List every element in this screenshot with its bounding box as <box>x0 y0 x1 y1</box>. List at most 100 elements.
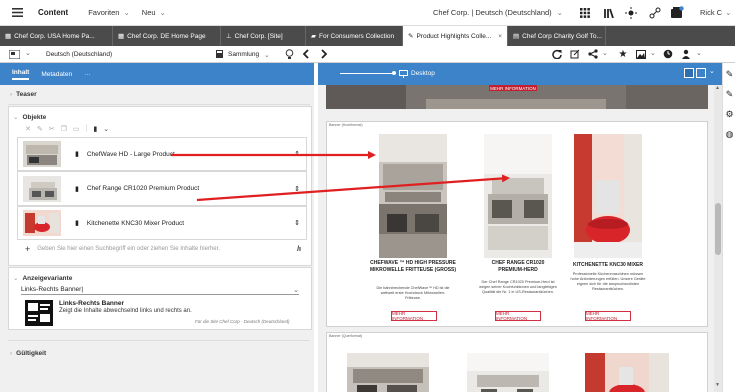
product-image <box>574 134 642 258</box>
document-icon: ▮ <box>75 151 79 158</box>
grid-icon: ▦ <box>5 33 12 40</box>
document-tab-bar: ▦ Chef Corp. USA Home Pa... ▦ Chef Corp. D… <box>0 26 735 46</box>
chevron-down-icon[interactable]: ⌄ <box>25 49 31 57</box>
tab-metadata[interactable]: Metadaten <box>41 71 72 78</box>
site-selector[interactable]: Chef Corp. | Deutsch (Deutschland) ⌄ <box>433 8 563 17</box>
drag-handle-icon[interactable]: ⇕ <box>294 150 300 158</box>
remove-icon[interactable]: ✕ <box>25 125 31 133</box>
collection-icon <box>214 49 224 59</box>
scrollbar-thumb[interactable] <box>715 203 721 255</box>
object-label: Kitchenette KNC30 Mixer Product <box>86 219 185 227</box>
drag-handle-icon[interactable]: ⇕ <box>294 219 300 227</box>
tab-product-highlights[interactable]: ✎ Product Highlights Colle... × <box>403 26 508 46</box>
preview-mode-button[interactable] <box>684 68 694 78</box>
lightbulb-icon[interactable] <box>283 48 295 60</box>
chevron-down-icon[interactable]: ⌄ <box>103 125 109 133</box>
favorites-menu[interactable]: Favoriten ⌄ <box>88 8 130 17</box>
chevron-down-icon[interactable]: ⌄ <box>602 49 608 57</box>
globe-icon[interactable]: ◍ <box>724 129 735 140</box>
sitemap-icon: ⊥ <box>226 33 232 40</box>
app-title[interactable]: Content <box>38 8 68 17</box>
preview-width-slider[interactable] <box>340 73 394 74</box>
open-external-icon[interactable] <box>569 48 581 60</box>
settings-gear-icon[interactable]: ⚙ <box>724 109 735 120</box>
document-icon: ▤ <box>513 33 520 40</box>
more-info-button[interactable]: MEHR INFORMATION <box>495 311 541 321</box>
workflow-nodes-icon[interactable] <box>648 6 662 20</box>
apps-grid-icon[interactable] <box>578 6 592 20</box>
drag-handle-icon[interactable]: ⇕ <box>294 185 300 193</box>
chevron-down-icon: ⌄ <box>13 114 19 121</box>
grid-icon: ▦ <box>118 33 125 40</box>
expand-right-icon[interactable] <box>318 48 330 60</box>
document-icon: ▮ <box>75 185 79 193</box>
divider <box>8 340 310 341</box>
form-tab-header: Inhalt Metadaten ··· <box>0 63 314 85</box>
clock-icon[interactable] <box>662 48 674 60</box>
more-info-button[interactable]: MEHR INFORMATION <box>585 311 631 321</box>
tab-consumers-collection[interactable]: ▰ For Consumers Collection <box>306 26 403 46</box>
section-validity-label: Gültigkeit <box>16 350 47 357</box>
folder-icon: ▰ <box>311 33 316 40</box>
edit-pencil-icon[interactable]: ✎ <box>724 69 735 80</box>
list-item[interactable]: ▮ ChefWave HD - Large Product ⇕ <box>17 137 307 171</box>
product-thumbnail <box>23 210 61 236</box>
object-search-field[interactable]: + Geben Sie hier einen Suchbegriff ein o… <box>17 242 307 256</box>
chevron-down-icon: ⌄ <box>556 8 563 17</box>
tab-charity-golf[interactable]: ▤ Chef Corp Charity Golf To... <box>508 26 606 46</box>
list-item[interactable]: ▮ Chef Range CR1020 Premium Product ⇕ <box>17 171 307 206</box>
section-validity[interactable]: › Gültigkeit <box>10 350 46 357</box>
star-icon[interactable]: ★ <box>617 48 629 60</box>
library-icon[interactable]: /ı <box>297 246 301 253</box>
library-icon[interactable] <box>601 6 615 20</box>
preview-split-button[interactable] <box>696 68 706 78</box>
section-objects[interactable]: ⌄ Objekte <box>13 113 46 122</box>
more-info-button[interactable]: MEHR INFORMATION <box>489 85 537 91</box>
close-tab-icon[interactable]: × <box>498 33 502 40</box>
tab-de-home-page[interactable]: ▦ Chef Corp. DE Home Page <box>113 26 221 46</box>
add-icon[interactable]: + <box>25 244 30 254</box>
section-display-variant-label: Anzeigevariante <box>22 274 73 282</box>
banner-landscape-block: Banner (Querformat) <box>326 332 708 392</box>
divider: | <box>85 125 88 132</box>
reload-icon[interactable] <box>551 48 563 60</box>
copy-icon[interactable]: ❐ <box>61 125 67 133</box>
chevron-down-icon[interactable]: ⌄ <box>650 49 656 57</box>
chevron-down-icon: ⌄ <box>123 8 130 17</box>
product-title: KITCHENETTE KNC30 MIXER <box>572 262 643 268</box>
tab-content[interactable]: Inhalt <box>12 69 30 80</box>
more-tabs-button[interactable]: ··· <box>84 71 91 78</box>
chevron-down-icon[interactable]: ⌄ <box>709 67 715 75</box>
cut-icon[interactable]: ✂ <box>49 125 55 133</box>
language-flag-icon[interactable] <box>8 49 20 59</box>
section-display-variant[interactable]: ⌄ Anzeigevariante <box>13 274 73 283</box>
share-icon[interactable] <box>587 48 599 60</box>
display-variant-card: ⌄ Anzeigevariante Links-Rechts Banner| ⌄… <box>8 267 312 330</box>
more-info-button[interactable]: MEHR INFORMATION <box>391 311 437 321</box>
scroll-up-arrow-icon[interactable]: ▲ <box>715 85 720 91</box>
slider-handle[interactable] <box>392 71 396 75</box>
user-preview-icon[interactable] <box>680 48 692 60</box>
collection-dropdown[interactable]: Sammlung ⌄ <box>228 51 270 59</box>
hamburger-menu-icon[interactable] <box>6 2 28 24</box>
scroll-down-arrow-icon[interactable]: ▼ <box>715 382 720 388</box>
object-search-placeholder: Geben Sie hier einen Suchbegriff ein ode… <box>37 246 220 252</box>
variant-select[interactable]: Links-Rechts Banner| ⌄ <box>21 285 299 295</box>
list-item[interactable]: ▮ Kitchenette KNC30 Mixer Product ⇕ <box>17 206 307 240</box>
workflow-sun-icon[interactable] <box>624 6 638 20</box>
edit-icon[interactable]: ✎ <box>37 125 43 133</box>
notifications-icon[interactable] <box>669 4 685 20</box>
picture-icon[interactable] <box>635 48 647 60</box>
add-content-icon[interactable]: ▮ <box>93 125 97 133</box>
tab-site[interactable]: ⊥ Chef Corp. [Site] <box>221 26 306 46</box>
collapse-left-icon[interactable] <box>300 48 312 60</box>
preview-scrollbar[interactable]: ▲ ▼ <box>714 85 722 392</box>
new-menu[interactable]: Neu ⌄ <box>142 8 166 17</box>
product-image <box>347 353 429 392</box>
chevron-down-icon[interactable]: ⌄ <box>696 49 702 57</box>
paste-icon[interactable]: ▭ <box>73 125 80 133</box>
tab-usa-home-page[interactable]: ▦ Chef Corp. USA Home Pa... <box>0 26 113 46</box>
user-menu[interactable]: Rick C ⌄ <box>700 8 731 17</box>
section-teaser[interactable]: › Teaser <box>10 91 37 98</box>
edit-pencil-icon[interactable]: ✎ <box>724 89 735 100</box>
